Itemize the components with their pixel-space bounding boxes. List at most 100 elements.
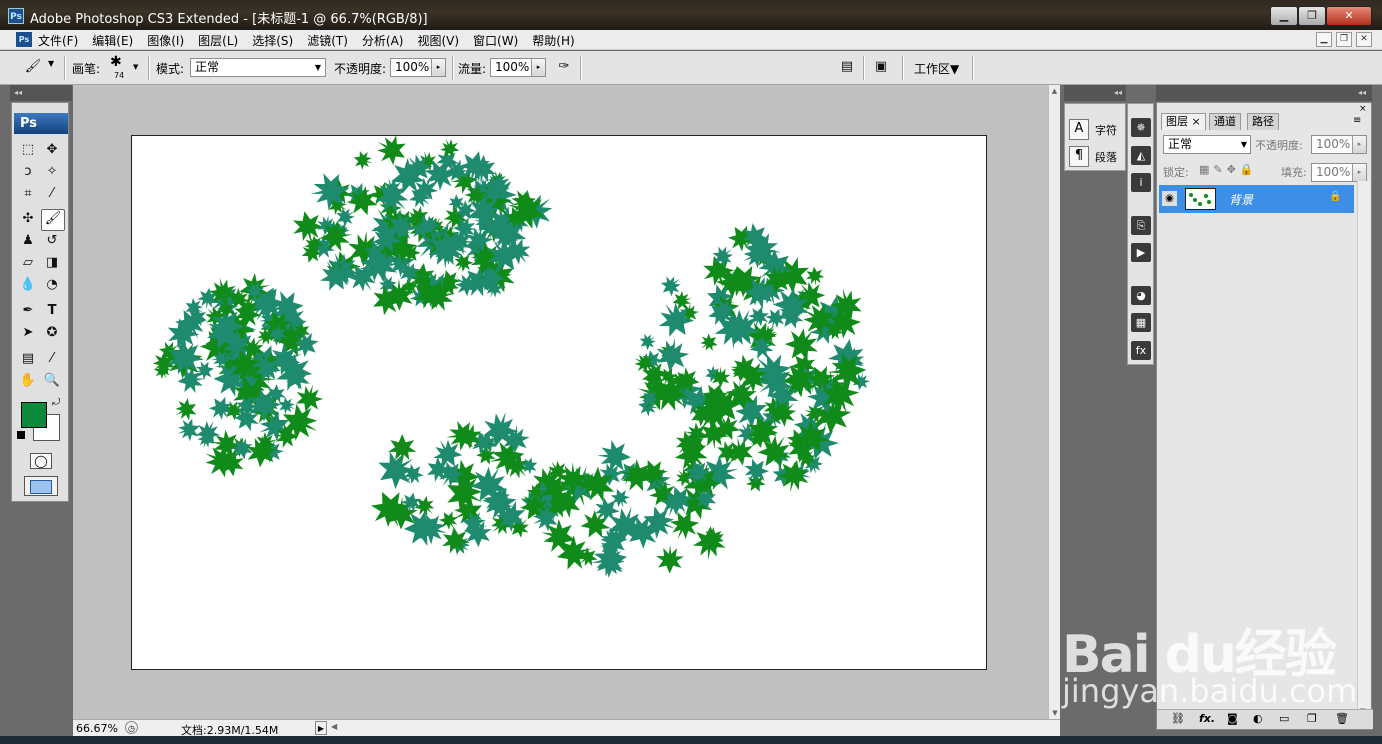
toolbox-collapse-bar[interactable]: ◂◂ [10,85,72,101]
status-menu-arrow-icon[interactable]: ▶ [315,721,327,735]
canvas-vertical-scrollbar[interactable]: ▲ ▼ [1048,85,1060,719]
menu-filter[interactable]: 滤镜(T) [307,32,348,49]
layers-scrollbar[interactable]: ▼ [1357,181,1370,729]
pen-tool-icon[interactable]: ✒ [17,301,39,321]
lock-options-icon[interactable]: ▦✎✥🔒 [1199,163,1258,176]
menu-analysis[interactable]: 分析(A) [362,32,404,49]
scroll-up-icon[interactable]: ▲ [1049,87,1060,95]
mask-icon[interactable]: ◙ [1227,712,1238,725]
workspace-menu[interactable]: 工作区▼ [914,60,959,77]
menu-select[interactable]: 选择(S) [252,32,293,49]
new-layer-icon[interactable]: ❐ [1307,712,1317,725]
menu-window[interactable]: 窗口(W) [473,32,518,49]
tab-close-icon[interactable]: × [1192,115,1201,128]
status-clock-icon[interactable]: ◷ [125,721,138,734]
doc-restore-button[interactable]: ❐ [1336,32,1352,47]
histogram-icon[interactable]: ◭ [1131,146,1151,165]
fx-icon[interactable]: fx. [1199,712,1215,725]
restore-button[interactable]: ❐ [1298,6,1326,26]
mode-select[interactable]: 正常 ▼ [190,58,326,77]
hscroll-left-icon[interactable]: ◀ [331,722,337,731]
history-brush-icon[interactable]: ↺ [41,231,63,251]
group-icon[interactable]: ▭ [1279,712,1289,725]
close-button[interactable]: ✕ [1326,6,1372,26]
layers-panel-collapse-bar[interactable]: ◂◂ [1156,85,1372,101]
menu-layer[interactable]: 图层(L) [198,32,238,49]
screen-mode-icon[interactable] [24,476,58,496]
default-colors-icon[interactable] [17,431,25,439]
history-icon[interactable]: ⎘ [1131,216,1151,235]
doc-minimize-button[interactable]: ▁ [1316,32,1332,47]
color-icon[interactable]: ◕ [1131,286,1151,305]
swap-colors-icon[interactable]: ⤾ [52,397,60,408]
eyedropper-icon[interactable]: ⁄ [41,349,63,369]
magic-wand-icon[interactable]: ✧ [41,162,63,182]
brush-dropdown-arrow-icon[interactable]: ▼ [133,63,138,71]
tab-paths[interactable]: 路径 [1247,113,1279,130]
type-tool-icon[interactable]: T [41,301,63,321]
opacity-slider-icon[interactable]: ▸ [431,59,445,76]
notes-tool-icon[interactable]: ▤ [17,349,39,369]
preset-dropdown-arrow-icon[interactable]: ▼ [48,59,54,68]
character-panel-collapse-bar[interactable]: ◂◂ [1064,85,1126,101]
link-icon[interactable]: ⛓ [1171,712,1185,725]
eraser-tool-icon[interactable]: ▱ [17,253,39,273]
airbrush-icon[interactable]: ✑ [553,57,575,77]
gradient-tool-icon[interactable]: ◨ [41,253,63,273]
zoom-level[interactable]: 66.67% [76,722,118,735]
fill-slider-icon[interactable]: ▸ [1352,164,1366,181]
tab-channels[interactable]: 通道 [1209,113,1241,130]
character-panel-icon[interactable]: A [1069,119,1089,140]
layer-opacity-slider-icon[interactable]: ▸ [1352,136,1366,153]
opacity-input[interactable]: 100% ▸ [390,58,446,77]
crop-tool-icon[interactable]: ⌗ [17,184,39,204]
fill-input[interactable]: 100% ▸ [1311,163,1367,182]
scroll-down-icon[interactable]: ▼ [1049,709,1061,717]
brush-tool-icon[interactable]: 🖌 [41,209,65,231]
path-selection-icon[interactable]: ➤ [17,323,39,343]
bridge-icon[interactable]: ▣ [870,57,892,77]
zoom-tool-icon[interactable]: 🔍 [41,371,63,391]
lasso-tool-icon[interactable]: ↄ [17,162,39,182]
menu-view[interactable]: 视图(V) [417,32,459,49]
dodge-tool-icon[interactable]: ◔ [41,275,63,295]
actions-icon[interactable]: ▶ [1131,243,1151,262]
navigator-icon[interactable]: ✵ [1131,118,1151,137]
info-icon[interactable]: i [1131,173,1151,192]
brush-preset-icon[interactable]: 🖌 [22,57,44,77]
hand-tool-icon[interactable]: ✋ [17,371,39,391]
healing-brush-icon[interactable]: ✣ [17,209,39,229]
paragraph-panel-icon[interactable]: ¶ [1069,146,1089,167]
quick-mask-icon[interactable]: ◯ [30,453,52,469]
brush-tip-icon[interactable]: ✱ [110,54,122,70]
slice-tool-icon[interactable]: ⁄ [41,184,63,204]
layer-opacity-input[interactable]: 100% ▸ [1311,135,1367,154]
clone-stamp-icon[interactable]: ♟ [17,231,39,251]
trash-icon[interactable]: 🗑 [1335,712,1349,725]
menu-edit[interactable]: 编辑(E) [92,32,133,49]
character-label[interactable]: 字符 [1095,122,1117,138]
menu-help[interactable]: 帮助(H) [532,32,574,49]
styles-icon[interactable]: fx [1131,341,1151,360]
foreground-color-swatch[interactable] [21,402,47,428]
panel-close-icon[interactable]: × [1359,104,1367,114]
flow-input[interactable]: 100% ▸ [490,58,546,77]
swatches-icon[interactable]: ▦ [1131,313,1151,332]
menu-image[interactable]: 图像(I) [147,32,184,49]
blur-tool-icon[interactable]: 💧 [17,275,39,295]
blend-mode-select[interactable]: 正常 ▼ [1163,135,1251,154]
menu-file[interactable]: 文件(F) [38,32,78,49]
tab-layers[interactable]: 图层 × [1161,113,1206,130]
panel-menu-icon[interactable]: ≡ [1353,115,1361,126]
adjustment-icon[interactable]: ◐ [1253,712,1263,725]
flow-slider-icon[interactable]: ▸ [531,59,545,76]
doc-close-button[interactable]: ✕ [1356,32,1372,47]
eye-icon[interactable]: ◉ [1162,191,1177,206]
move-tool-icon[interactable]: ✥ [41,140,63,160]
palette-well-icon[interactable]: ▤ [836,57,858,77]
marquee-tool-icon[interactable]: ⬚ [17,140,39,160]
paragraph-label[interactable]: 段落 [1095,149,1117,165]
canvas[interactable] [131,128,987,670]
shape-tool-icon[interactable]: ✪ [41,323,63,343]
minimize-button[interactable]: ▁ [1270,6,1298,26]
